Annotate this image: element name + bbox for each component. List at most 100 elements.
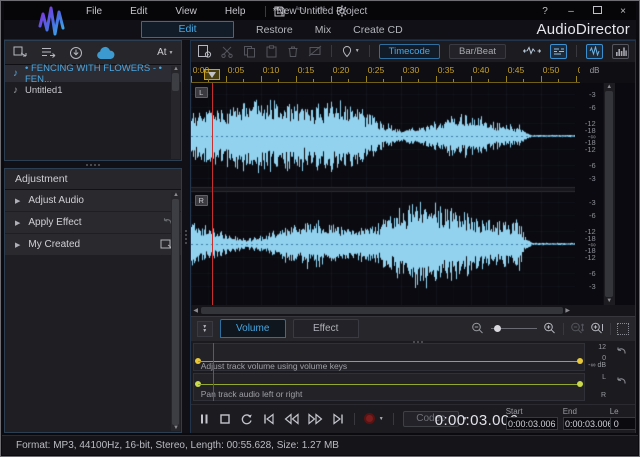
end-time-value[interactable]: 0:00:03.006 [563,417,615,430]
menu-file[interactable]: File [72,4,116,19]
save-icon[interactable] [274,6,285,17]
ruler-label: 0:35 [438,65,455,75]
gear-icon[interactable] [336,5,348,17]
waveform-canvas[interactable] [191,83,575,305]
waveform-display[interactable]: L R -3-6-12-18-∞-18-12-6-3-3-6-12-18-∞-1… [191,83,635,305]
close-button[interactable]: × [616,6,630,17]
envelope-panel-icon[interactable] [550,44,567,59]
download-web-icon[interactable] [69,46,83,60]
wave-navigate-icon[interactable] [523,45,541,57]
title-bar: File Edit View Help *New Untitled Projec… [4,2,636,20]
pan-line[interactable] [198,384,580,385]
paste-icon[interactable] [265,45,278,58]
pan-lane-label: Pan track audio left or right [201,389,303,399]
vertical-zoom-in-icon[interactable] [590,322,604,335]
ruler-minor-tick [383,79,384,82]
waveform-vertical-scrollbar[interactable]: ▲▼ [603,83,615,305]
file-list-scrollbar[interactable]: ▲ [171,66,180,159]
menu-help[interactable]: Help [211,4,260,19]
menu-view[interactable]: View [161,4,211,19]
volume-key-end[interactable] [577,358,583,364]
rewind-icon[interactable] [284,413,299,425]
tab-mix[interactable]: Mix [315,24,331,36]
ruler-label: 0:00 [193,65,210,75]
stop-icon[interactable] [219,413,231,425]
import-media-icon[interactable] [13,46,28,59]
import-playlist-icon[interactable] [41,46,56,59]
maximize-button[interactable] [590,6,604,17]
timecode-button[interactable]: Timecode [379,44,440,59]
volume-reset-icon[interactable] [611,343,631,371]
horizontal-splitter[interactable] [4,161,182,168]
scroll-left-icon[interactable]: ◀ [191,307,201,314]
zoom-in-icon[interactable] [543,322,557,335]
redo-icon[interactable] [315,6,327,16]
record-options-icon[interactable]: ▼ [379,416,384,422]
channel-right-badge: R [195,195,208,206]
help-button[interactable]: ? [538,6,552,17]
tab-create-cd[interactable]: Create CD [353,24,403,36]
vertical-zoom-out-icon[interactable] [570,322,584,335]
menu-edit[interactable]: Edit [116,4,161,19]
timeline-ruler[interactable]: 0:000:050:100:150:200:250:300:350:400:45… [191,63,580,84]
brand-name: AudioDirector [537,21,630,38]
db-scale-unit: dB [580,63,635,84]
length-value[interactable]: 0 [610,417,635,430]
start-time-value[interactable]: 0:00:03.006 [506,417,558,430]
text-size-button[interactable]: At▼ [157,47,173,58]
expander-icon: ▶ [15,197,20,205]
edit-settings-icon[interactable] [197,44,212,58]
section-my-created[interactable]: ▶ My Created [5,234,181,255]
transport-bar: ▼ Codec ▼ 0:00:03.006 Start 0:00:03.006 … [191,404,635,433]
zoom-out-icon[interactable] [471,322,485,335]
scroll-right-icon[interactable]: ▶ [563,307,573,314]
scissors-icon[interactable] [221,45,234,58]
ruler-label: 0:50 [543,65,560,75]
spectrum-view-icon[interactable] [612,44,629,59]
file-item-selected[interactable]: ♪ • FENCING WITH FLOWERS - • FEN... [5,65,181,82]
skip-start-icon[interactable] [262,413,275,425]
pan-reset-icon[interactable] [611,373,631,401]
waveform-view-icon[interactable] [586,44,603,59]
tab-restore[interactable]: Restore [256,24,293,36]
section-adjust-audio[interactable]: ▶ Adjust Audio [5,190,181,211]
zoom-slider-knob[interactable] [494,325,501,332]
trim-icon[interactable] [308,45,322,57]
file-item[interactable]: ♪ Untitled1 [5,82,181,99]
loop-icon[interactable] [240,413,253,425]
tab-edit[interactable]: Edit [141,21,234,38]
ruler-label: 0:55 [578,65,580,75]
skip-end-icon[interactable] [332,413,345,425]
pan-keyframe-lane[interactable]: Pan track audio left or right [193,373,585,401]
pan-key-end[interactable] [577,381,583,387]
scrollbar-thumb[interactable] [201,307,563,314]
fit-view-icon[interactable] [617,323,629,335]
adjustment-scrollbar[interactable]: ▲▼ [171,192,180,431]
ruler-tick [471,76,472,82]
section-apply-effect[interactable]: ▶ Apply Effect [5,212,181,233]
ruler-tick [331,76,332,82]
record-icon[interactable] [364,413,375,424]
tab-effect[interactable]: Effect [293,319,359,338]
waveform-toolbar: ▼ Timecode Bar/Beat [191,41,635,63]
pause-icon[interactable] [198,413,210,425]
toolbar-separator [265,6,266,17]
volume-keyframe-lane[interactable]: Adjust track volume using volume keys [193,343,585,371]
cloud-icon[interactable] [96,46,115,60]
vertical-splitter[interactable] [182,40,189,433]
copy-icon[interactable] [243,45,256,58]
marker-pin-icon[interactable]: ▼ [341,45,360,58]
app-logo-icon [37,4,67,38]
minimize-button[interactable]: – [564,6,578,17]
tab-volume[interactable]: Volume [220,319,286,338]
waveform-horizontal-scrollbar[interactable]: ◀ ▶ [191,305,635,316]
zoom-slider[interactable] [491,328,537,329]
playhead-line[interactable] [212,83,213,305]
trash-icon[interactable] [287,45,299,58]
forward-icon[interactable] [308,413,323,425]
db-scale: -3-6-12-18-∞-18-12-6-3-3-6-12-18-∞-18-12… [575,83,603,305]
start-time-field: Start 0:00:03.006 [506,407,558,430]
bar-beat-button[interactable]: Bar/Beat [449,44,506,59]
undo-icon[interactable] [294,6,306,16]
collapse-panel-icon[interactable]: ▼▼ [197,321,213,337]
